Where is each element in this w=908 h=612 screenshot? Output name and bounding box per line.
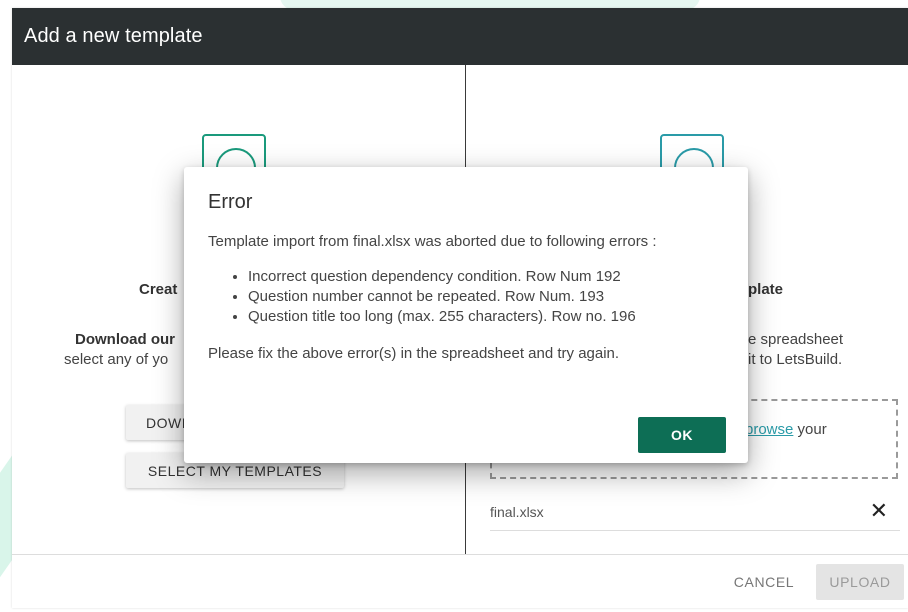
dialog-fix-text: Please fix the above error(s) in the spr… <box>208 345 620 362</box>
ok-button[interactable]: OK <box>638 417 726 453</box>
error-list: Incorrect question dependency condition.… <box>208 267 636 327</box>
list-item: Incorrect question dependency condition.… <box>248 267 636 287</box>
error-dialog: Error Template import from final.xlsx wa… <box>184 167 748 463</box>
dialog-title: Error <box>208 191 253 213</box>
list-item: Question title too long (max. 255 charac… <box>248 307 636 327</box>
list-item: Question number cannot be repeated. Row … <box>248 287 636 307</box>
dialog-intro: Template import from final.xlsx was abor… <box>208 233 657 250</box>
